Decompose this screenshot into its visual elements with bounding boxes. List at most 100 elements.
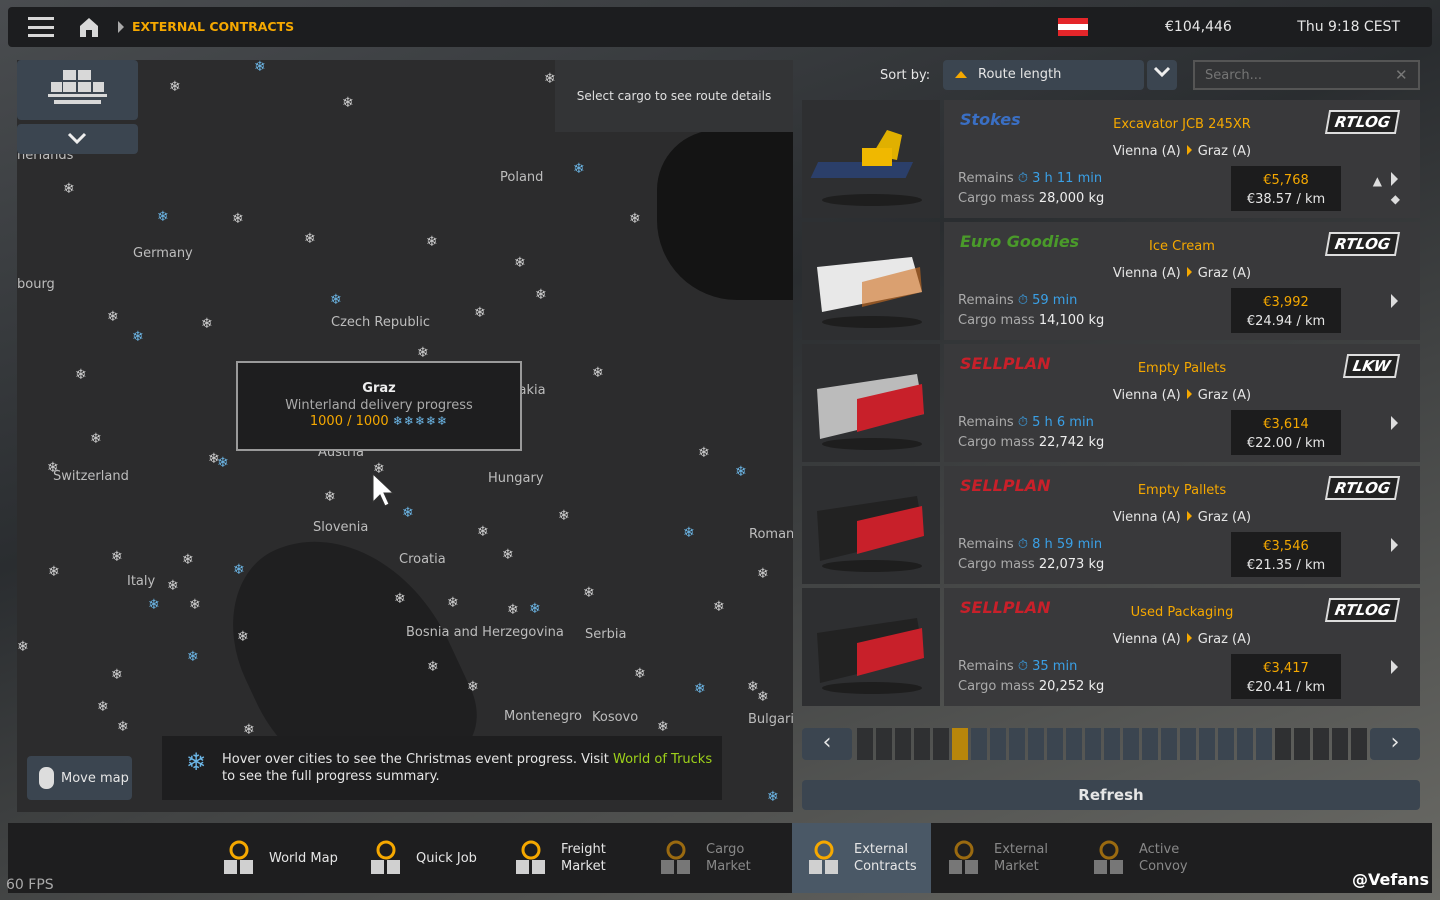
select-contract-arrow-icon[interactable] bbox=[1391, 172, 1398, 186]
page-segment[interactable] bbox=[952, 728, 968, 760]
page-segment[interactable] bbox=[1066, 728, 1082, 760]
select-contract-arrow-icon[interactable] bbox=[1391, 416, 1398, 430]
sort-dropdown-button[interactable] bbox=[1147, 60, 1177, 90]
snowflake-city-icon[interactable]: ❄ bbox=[767, 790, 779, 804]
snowflake-city-icon[interactable]: ❄ bbox=[157, 210, 169, 224]
snowflake-city-icon[interactable]: ❄ bbox=[75, 368, 87, 382]
snowflake-city-icon[interactable]: ❄ bbox=[417, 346, 429, 360]
snowflake-city-icon[interactable]: ❄ bbox=[757, 690, 769, 704]
snowflake-city-icon[interactable]: ❄ bbox=[169, 80, 181, 94]
snowflake-city-icon[interactable]: ❄ bbox=[394, 592, 406, 606]
contract-row[interactable]: Stokes Excavator JCB 245XR Vienna (A) Gra… bbox=[802, 100, 1420, 218]
snowflake-city-icon[interactable]: ❄ bbox=[330, 293, 342, 307]
page-segment[interactable] bbox=[914, 728, 930, 760]
snowflake-city-icon[interactable]: ❄ bbox=[757, 567, 769, 581]
contract-card[interactable]: Stokes Excavator JCB 245XR Vienna (A) Gra… bbox=[944, 100, 1420, 218]
cargo-filter-button[interactable] bbox=[17, 60, 138, 120]
snowflake-city-icon[interactable]: ❄ bbox=[694, 682, 706, 696]
snowflake-city-icon[interactable]: ❄ bbox=[111, 550, 123, 564]
page-segment[interactable] bbox=[1237, 728, 1253, 760]
snowflake-city-icon[interactable]: ❄ bbox=[507, 603, 519, 617]
page-segment[interactable] bbox=[1161, 728, 1177, 760]
nav-external-market[interactable]: External Market bbox=[946, 823, 1048, 893]
snowflake-city-icon[interactable]: ❄ bbox=[254, 60, 266, 74]
snowflake-city-icon[interactable]: ❄ bbox=[558, 509, 570, 523]
menu-icon[interactable] bbox=[28, 17, 54, 37]
snowflake-city-icon[interactable]: ❄ bbox=[735, 465, 747, 479]
contract-row[interactable]: SELLPLAN Empty Pallets Vienna (A) Graz (A… bbox=[802, 466, 1420, 584]
contract-row[interactable]: Euro Goodies Ice Cream Vienna (A) Graz (A… bbox=[802, 222, 1420, 340]
page-segment[interactable] bbox=[1294, 728, 1310, 760]
snowflake-city-icon[interactable]: ❄ bbox=[97, 700, 109, 714]
snowflake-city-icon[interactable]: ❄ bbox=[324, 490, 336, 504]
snowflake-city-icon[interactable]: ❄ bbox=[657, 720, 669, 734]
contract-row[interactable]: SELLPLAN Empty Pallets Vienna (A) Graz (A… bbox=[802, 344, 1420, 462]
snowflake-city-icon[interactable]: ❄ bbox=[17, 640, 29, 654]
page-segment[interactable] bbox=[895, 728, 911, 760]
world-of-trucks-link[interactable]: World of Trucks bbox=[613, 752, 712, 767]
snowflake-city-icon[interactable]: ❄ bbox=[48, 565, 60, 579]
page-segment[interactable] bbox=[1085, 728, 1101, 760]
snowflake-city-icon[interactable]: ❄ bbox=[544, 72, 556, 86]
sort-select[interactable]: Route length bbox=[943, 60, 1144, 90]
snowflake-city-icon[interactable]: ❄ bbox=[477, 525, 489, 539]
snowflake-city-icon[interactable]: ❄ bbox=[189, 598, 201, 612]
select-contract-arrow-icon[interactable] bbox=[1391, 294, 1398, 308]
page-segment[interactable] bbox=[1104, 728, 1120, 760]
snowflake-city-icon[interactable]: ❄ bbox=[713, 600, 725, 614]
home-icon[interactable] bbox=[78, 16, 100, 38]
nav-world-map[interactable]: World Map bbox=[221, 823, 338, 893]
page-segment[interactable] bbox=[1256, 728, 1272, 760]
snowflake-city-icon[interactable]: ❄ bbox=[304, 232, 316, 246]
snowflake-city-icon[interactable]: ❄ bbox=[208, 452, 220, 466]
refresh-button[interactable]: Refresh bbox=[802, 780, 1420, 810]
nav-active-convoy[interactable]: Active Convoy bbox=[1091, 823, 1188, 893]
page-segment[interactable] bbox=[990, 728, 1006, 760]
snowflake-city-icon[interactable]: ❄ bbox=[683, 526, 695, 540]
contract-card[interactable]: SELLPLAN Empty Pallets Vienna (A) Graz (A… bbox=[944, 466, 1420, 584]
snowflake-city-icon[interactable]: ❄ bbox=[107, 310, 119, 324]
snowflake-city-icon[interactable]: ❄ bbox=[182, 553, 194, 567]
page-segment[interactable] bbox=[971, 728, 987, 760]
page-segment[interactable] bbox=[1275, 728, 1291, 760]
nav-cargo-market[interactable]: Cargo Market bbox=[658, 823, 751, 893]
nav-external-contracts[interactable]: External Contracts bbox=[792, 823, 931, 893]
select-contract-arrow-icon[interactable] bbox=[1391, 660, 1398, 674]
snowflake-city-icon[interactable]: ❄ bbox=[474, 306, 486, 320]
snowflake-city-icon[interactable]: ❄ bbox=[132, 330, 144, 344]
snowflake-city-icon[interactable]: ❄ bbox=[583, 586, 595, 600]
snowflake-city-icon[interactable]: ❄ bbox=[90, 432, 102, 446]
snowflake-city-icon[interactable]: ❄ bbox=[187, 650, 199, 664]
page-segment[interactable] bbox=[1313, 728, 1329, 760]
contract-card[interactable]: SELLPLAN Used Packaging Vienna (A) Graz (… bbox=[944, 588, 1420, 706]
page-segment[interactable] bbox=[933, 728, 949, 760]
snowflake-city-icon[interactable]: ❄ bbox=[342, 96, 354, 110]
snowflake-city-icon[interactable]: ❄ bbox=[573, 162, 585, 176]
snowflake-city-icon[interactable]: ❄ bbox=[148, 598, 160, 612]
snowflake-city-icon[interactable]: ❄ bbox=[201, 317, 213, 331]
snowflake-city-icon[interactable]: ❄ bbox=[117, 720, 129, 734]
contract-row[interactable]: SELLPLAN Used Packaging Vienna (A) Graz (… bbox=[802, 588, 1420, 706]
page-segment[interactable] bbox=[1009, 728, 1025, 760]
contract-card[interactable]: Euro Goodies Ice Cream Vienna (A) Graz (A… bbox=[944, 222, 1420, 340]
snowflake-city-icon[interactable]: ❄ bbox=[402, 506, 414, 520]
snowflake-city-icon[interactable]: ❄ bbox=[529, 602, 541, 616]
prev-page-button[interactable]: ‹ bbox=[802, 728, 852, 760]
nav-quick-job[interactable]: Quick Job bbox=[368, 823, 477, 893]
page-segment[interactable] bbox=[857, 728, 873, 760]
contract-card[interactable]: SELLPLAN Empty Pallets Vienna (A) Graz (A… bbox=[944, 344, 1420, 462]
page-segment[interactable] bbox=[1123, 728, 1139, 760]
snowflake-city-icon[interactable]: ❄ bbox=[111, 668, 123, 682]
snowflake-city-icon[interactable]: ❄ bbox=[634, 667, 646, 681]
snowflake-city-icon[interactable]: ❄ bbox=[467, 680, 479, 694]
snowflake-city-icon[interactable]: ❄ bbox=[535, 288, 547, 302]
next-page-button[interactable]: › bbox=[1370, 728, 1420, 760]
nav-freight-market[interactable]: Freight Market bbox=[513, 823, 606, 893]
search-input[interactable] bbox=[1193, 60, 1420, 90]
snowflake-city-icon[interactable]: ❄ bbox=[243, 723, 255, 737]
page-segment[interactable] bbox=[1351, 728, 1367, 760]
select-contract-arrow-icon[interactable] bbox=[1391, 538, 1398, 552]
page-segment[interactable] bbox=[1180, 728, 1196, 760]
snowflake-city-icon[interactable]: ❄ bbox=[232, 212, 244, 226]
snowflake-city-icon[interactable]: ❄ bbox=[426, 235, 438, 249]
